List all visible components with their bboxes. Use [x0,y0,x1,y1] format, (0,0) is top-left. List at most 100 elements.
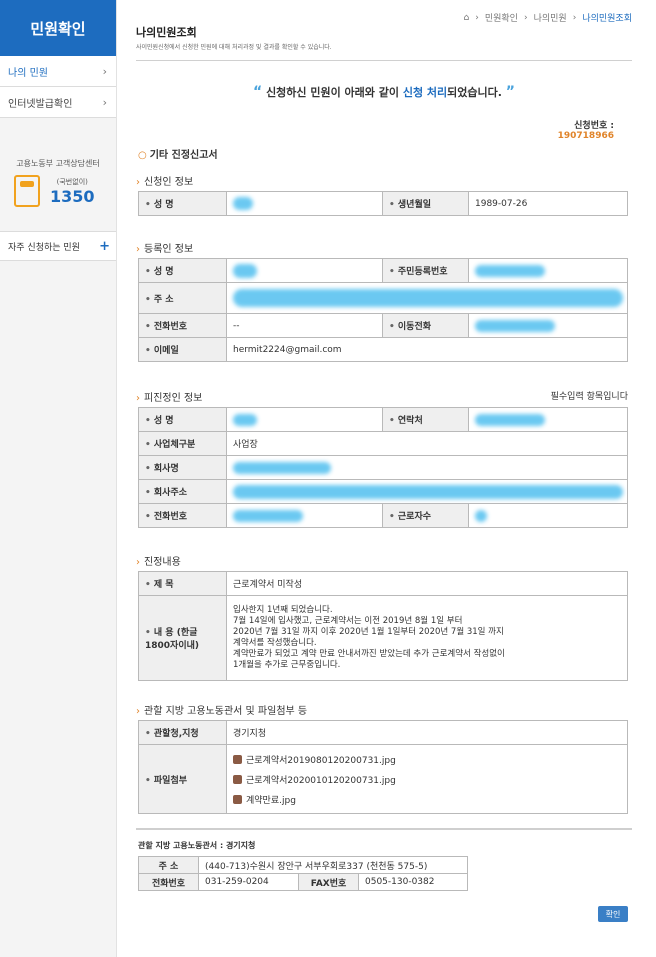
application-number-label: 신청번호 : [574,121,614,131]
breadcrumb-current: 나의민원조회 [582,14,632,24]
office-fax-value: 0505-130-0382 [358,873,468,891]
company-address-value [226,479,628,504]
registrant-table: 성 명 주민등록번호 주 소 전화번호 -- 이동전화 이메일 hermit22… [138,258,628,362]
office-label: 관할청,지청 [138,720,227,745]
contact-value [468,407,628,432]
content-line: 7월 14일에 입사했고, 근로계약서는 이전 2019년 8월 1일 부터 [233,616,463,626]
office-phone-label: 전화번호 [138,873,199,891]
company-value [226,455,628,480]
redaction [475,264,545,277]
content-label: 내 용 (한글1800자이내) [138,595,227,681]
call-center-number: 1350 [50,186,95,206]
redaction [475,509,487,522]
file-icon [233,774,242,784]
divider [136,828,632,830]
sidebar-item-my-petitions[interactable]: 나의 민원 › [0,56,116,87]
office-info-table: 주 소 (440-713)수원시 장안구 서부우회로337 (천천동 575-5… [138,856,468,891]
employees-value [468,503,628,528]
biz-type-label: 사업체구분 [138,431,227,456]
redaction [233,484,623,499]
document-title: ○ 기타 진정신고서 [138,150,218,161]
mobile-value [468,313,628,338]
address-value [226,282,628,314]
section-title-applicant: › 신청인 정보 [136,177,194,188]
jurisdiction-table: 관할청,지청 경기지청 파일첨부 근로계약서2019080120200731.j… [138,720,628,814]
content-line: 1개월을 추가로 근무중입니다. [233,660,341,670]
breadcrumb: ⌂ › 민원확인 › 나의민원 › 나의민원조회 [463,11,632,25]
email-label: 이메일 [138,337,227,362]
content-line: 계약만료가 되었고 계약 만료 안내서까진 받았는데 추가 근로계약서 작성없이 [233,649,505,659]
breadcrumb-item[interactable]: 민원확인 [485,11,518,24]
redaction [475,319,555,332]
redaction [233,197,253,210]
applicant-table: 성 명 생년월일 1989-07-26 [138,191,628,216]
content-line: 2020년 7월 31일 까지 이후 2020년 1월 1일부터 2020년 7… [233,627,504,637]
sidebar-item-internet-issue[interactable]: 인터넷발급확인 › [0,87,116,118]
faq-label: 자주 신청하는 민원 [8,242,80,253]
biz-type-value: 사업장 [226,431,628,456]
file-link[interactable]: 근로계약서2020010120200731.jpg [233,769,621,789]
phone-value [226,503,383,528]
bullet-icon: ○ [138,150,147,161]
file-link[interactable]: 근로계약서2019080120200731.jpg [233,749,621,769]
open-quote-icon: “ [253,84,263,100]
section-title-registrant: › 등록인 정보 [136,244,194,255]
confirm-button[interactable]: 확인 [598,906,628,922]
email-value: hermit2224@gmail.com [226,337,628,362]
phone-icon [14,175,40,207]
file-icon [233,754,242,764]
subject-label: 제 목 [138,571,227,596]
phone-value: -- [226,313,383,338]
office-fax-label: FAX번호 [298,873,359,891]
breadcrumb-item[interactable]: 나의민원 [534,11,567,24]
mobile-label: 이동전화 [382,313,469,338]
application-number: 신청번호 : 190718966 [558,118,614,141]
divider [136,60,632,61]
content-line: 계약서를 작성했습니다. [233,638,317,648]
call-center-box: 고용노동부 고객상담센터 (국번없이) 1350 [0,158,116,207]
files-value: 근로계약서2019080120200731.jpg 근로계약서202001012… [226,744,628,814]
redaction [233,509,303,522]
chevron-right-icon: › [102,95,107,109]
result-notice: “ 신청하신 민원이 아래와 같이 신청 처리되었습니다. ” [136,84,632,100]
petition-table: 제 목 근로계약서 미작성 내 용 (한글1800자이내) 입사한지 1년째 되… [138,571,628,681]
subject-value: 근로계약서 미작성 [226,571,628,596]
plus-icon: + [99,238,110,254]
redaction [233,263,257,278]
call-center-sub: (국번없이) [56,177,88,186]
home-icon[interactable]: ⌂ [464,13,470,23]
rrn-value [468,258,628,283]
redaction [233,289,623,307]
close-quote-icon: ” [505,84,515,100]
sidebar-item-faq[interactable]: 자주 신청하는 민원 + [0,231,116,261]
office-address-value: (440-713)수원시 장안구 서부우회로337 (천천동 575-5) [198,856,468,874]
notice-text: 되었습니다. [447,86,502,99]
rrn-label: 주민등록번호 [382,258,469,283]
sidebar-item-label: 인터넷발급확인 [8,98,73,110]
office-phone-value: 031-259-0204 [198,873,299,891]
company-label: 회사명 [138,455,227,480]
company-address-label: 회사주소 [138,479,227,504]
file-link[interactable]: 계약만료.jpg [233,789,621,809]
page-title: 나의민원조회 [136,26,197,39]
section-title-jurisdiction: › 관할 지방 고용노동관서 및 파일첨부 등 [136,706,308,717]
name-label: 성 명 [138,407,227,432]
name-value [226,407,383,432]
employees-label: 근로자수 [382,503,469,528]
application-number-value: 190718966 [557,131,614,141]
office-address-label: 주 소 [138,856,199,874]
redaction [475,413,545,426]
section-title-respondent: › 피진정인 정보 [136,393,203,404]
call-center-title: 고용노동부 고객상담센터 [16,159,100,168]
notice-highlight: 신청 처리 [402,86,448,99]
birth-value: 1989-07-26 [468,191,628,216]
sidebar-title: 민원확인 [0,0,116,56]
name-value [226,258,383,283]
files-label: 파일첨부 [138,744,227,814]
chevron-right-icon: › [102,64,107,78]
phone-label: 전화번호 [138,313,227,338]
name-value [226,191,383,216]
file-icon [233,794,242,804]
sidebar-item-label: 나의 민원 [8,67,48,79]
redaction [233,461,331,474]
